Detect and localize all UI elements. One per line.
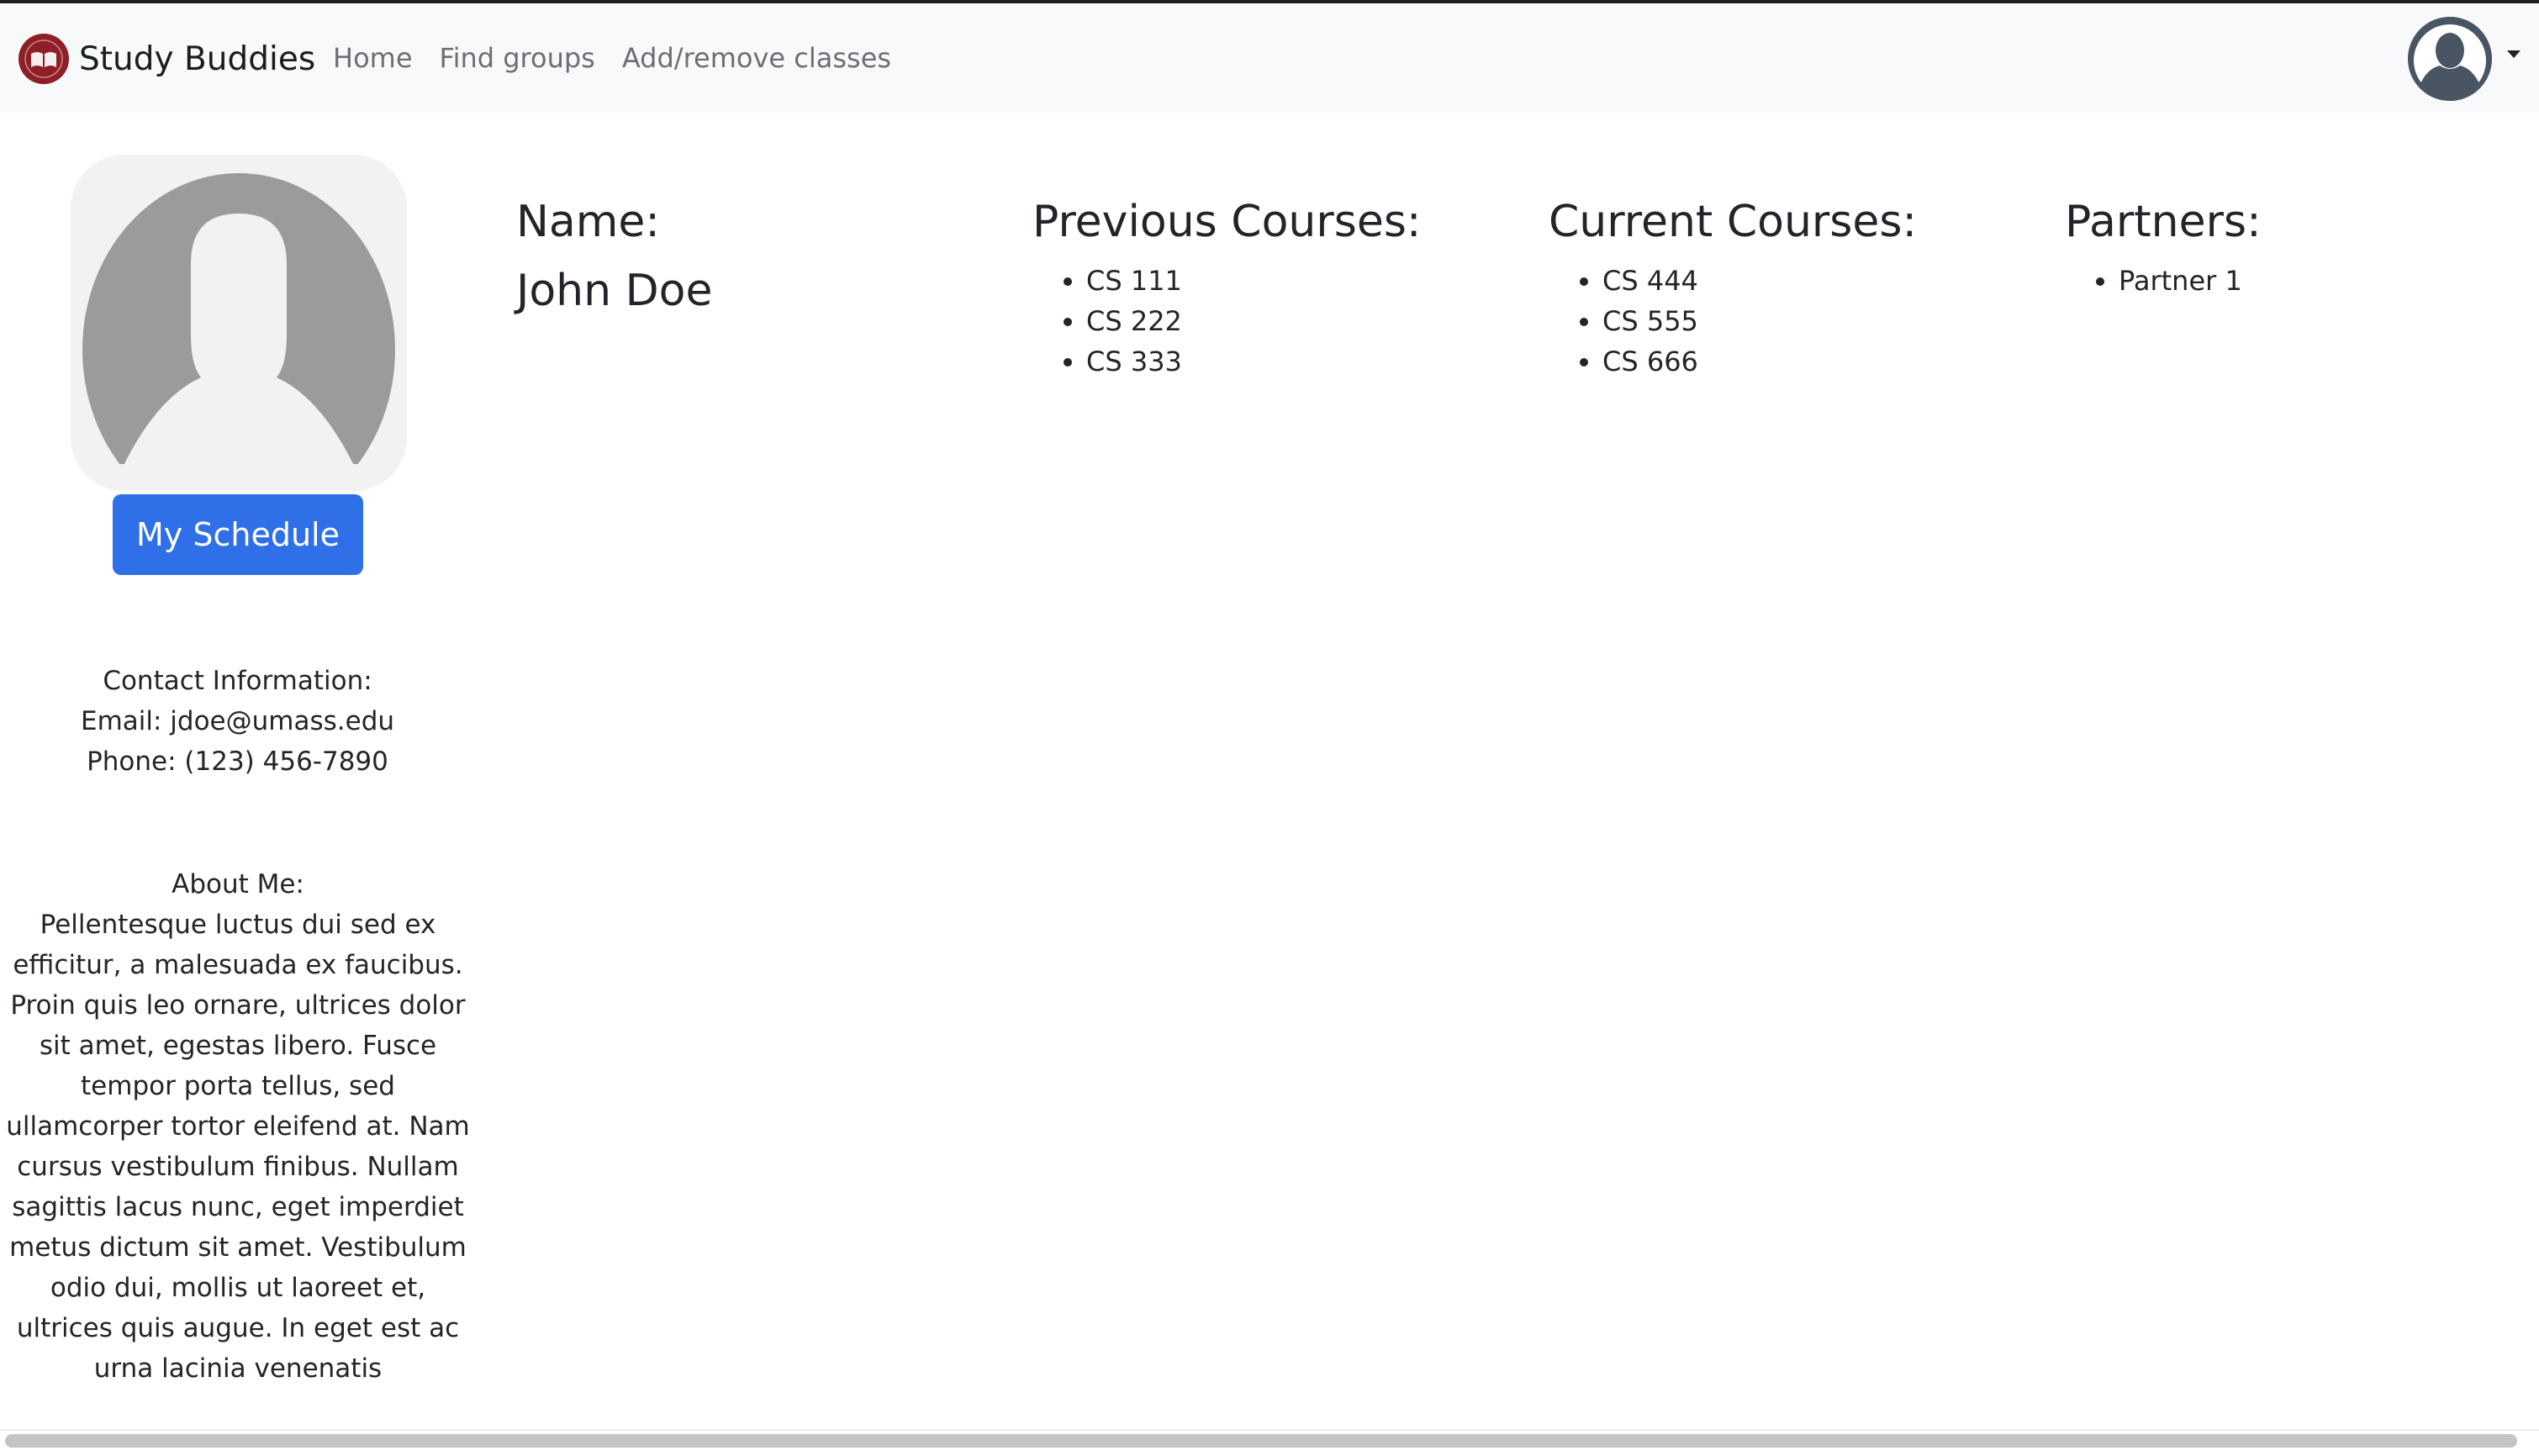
current-courses-heading: Current Courses: [1549,197,1917,247]
name-section: Name: John Doe [516,192,712,321]
nav-link-home[interactable]: Home [333,42,413,74]
current-courses-section: Current Courses: CS 444 CS 555 CS 666 [1549,192,1917,382]
list-item: CS 111 [1086,261,1421,301]
list-item: CS 555 [1602,301,1917,341]
about-heading: About Me: [172,869,304,899]
name-value: John Doe [516,266,713,316]
current-courses-list: CS 444 CS 555 CS 666 [1549,261,1917,382]
scrollbar-track [0,1429,2539,1431]
list-item: CS 222 [1086,301,1421,341]
default-profile-icon [71,155,407,491]
contact-phone: Phone: (123) 456-7890 [87,746,388,777]
about-me: About Me: Pellentesque luctus dui sed ex… [3,864,472,1389]
contact-information: Contact Information: Email: jdoe@umass.e… [0,661,475,782]
partners-heading: Partners: [2065,197,2262,247]
list-item: CS 333 [1086,341,1421,382]
user-avatar-icon[interactable] [2408,17,2492,101]
previous-courses-list: CS 111 CS 222 CS 333 [1032,261,1421,382]
nav-links: Home Find groups Add/remove classes [333,42,918,74]
list-item: CS 444 [1602,261,1917,301]
name-heading: Name: [516,197,660,247]
caret-down-icon[interactable] [2507,50,2521,58]
list-item: CS 666 [1602,341,1917,382]
horizontal-scrollbar[interactable] [5,1434,2517,1448]
nav-link-find-groups[interactable]: Find groups [440,42,595,74]
previous-courses-section: Previous Courses: CS 111 CS 222 CS 333 [1032,192,1421,382]
partners-section: Partners: Partner 1 [2065,192,2262,301]
previous-courses-heading: Previous Courses: [1032,197,1422,247]
book-logo-icon [18,34,69,84]
my-schedule-button[interactable]: My Schedule [113,494,363,575]
brand-name[interactable]: Study Buddies [79,40,315,78]
list-item: Partner 1 [2119,261,2262,301]
nav-link-add-remove-classes[interactable]: Add/remove classes [622,42,891,74]
brand[interactable]: Study Buddies [18,32,315,86]
contact-heading: Contact Information: [103,666,372,696]
contact-email: Email: jdoe@umass.edu [80,706,395,736]
navbar: Study Buddies Home Find groups Add/remov… [0,3,2539,113]
partners-list: Partner 1 [2065,261,2262,301]
page: Study Buddies Home Find groups Add/remov… [0,0,2539,1456]
about-text: Pellentesque luctus dui sed ex efficitur… [6,910,470,1384]
